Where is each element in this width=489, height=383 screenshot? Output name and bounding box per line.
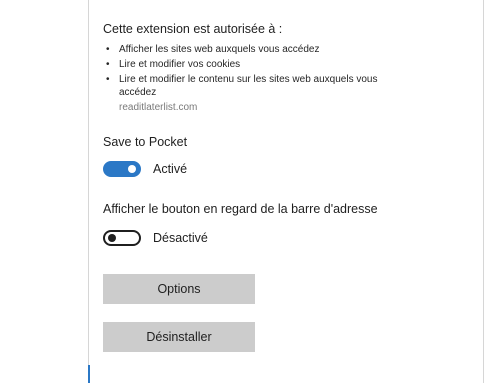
permission-text: Lire et modifier vos cookies [119, 59, 241, 70]
permissions-section: Cette extension est autorisée à : • Affi… [103, 22, 473, 114]
extension-details-pane: Cette extension est autorisée à : • Affi… [0, 0, 489, 383]
permissions-heading: Cette extension est autorisée à : [103, 22, 283, 36]
address-bar-button-label: Afficher le bouton en regard de la barre… [103, 202, 378, 216]
uninstall-button[interactable]: Désinstaller [103, 322, 255, 352]
bullet-icon: • [106, 44, 110, 55]
permission-text: Lire et modifier le contenu sur les site… [119, 74, 378, 98]
options-button[interactable]: Options [103, 274, 255, 304]
permission-item: • Lire et modifier le contenu sur les si… [103, 73, 473, 99]
address-bar-button-toggle-row: Désactivé [103, 230, 473, 246]
extension-settings-panel: Cette extension est autorisée à : • Affi… [103, 22, 473, 352]
save-to-pocket-label: Save to Pocket [103, 135, 188, 149]
toggle-knob [128, 165, 136, 173]
save-to-pocket-setting: Save to Pocket Activé [103, 135, 473, 177]
permission-item: • Afficher les sites web auxquels vous a… [103, 43, 473, 56]
permission-domain: readitlaterlist.com [119, 102, 198, 113]
pane-left-border [88, 0, 89, 383]
bullet-icon: • [106, 74, 110, 85]
address-bar-button-setting: Afficher le bouton en regard de la barre… [103, 202, 473, 246]
pane-right-border [483, 0, 484, 383]
save-to-pocket-toggle[interactable] [103, 161, 141, 177]
save-to-pocket-toggle-row: Activé [103, 161, 473, 177]
address-bar-button-toggle[interactable] [103, 230, 141, 246]
bullet-icon: • [106, 59, 110, 70]
save-to-pocket-state: Activé [153, 162, 188, 176]
toggle-knob [108, 234, 116, 242]
address-bar-button-state: Désactivé [153, 231, 208, 245]
permission-text: Afficher les sites web auxquels vous acc… [119, 44, 320, 55]
permission-item: • Lire et modifier vos cookies [103, 58, 473, 71]
permissions-list: • Afficher les sites web auxquels vous a… [103, 43, 473, 99]
pane-scroll-indicator [88, 365, 90, 383]
